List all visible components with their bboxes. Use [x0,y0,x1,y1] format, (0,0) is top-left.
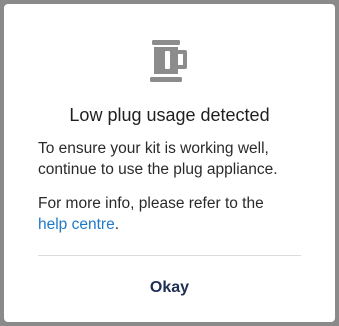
help-info-suffix: . [114,216,120,233]
dialog-title: Low plug usage detected [69,105,270,125]
help-info-prefix: For more info, please refer to the [38,195,264,212]
help-centre-link[interactable]: help centre [38,216,115,233]
low-usage-dialog: Low plug usage detected To ensure your k… [4,4,335,322]
kettle-icon [4,38,335,84]
okay-button[interactable]: Okay [4,268,335,308]
divider [38,255,301,256]
help-info-text: For more info, please refer to the help c… [38,193,315,235]
dialog-message: To ensure your kit is working well, cont… [38,140,278,178]
